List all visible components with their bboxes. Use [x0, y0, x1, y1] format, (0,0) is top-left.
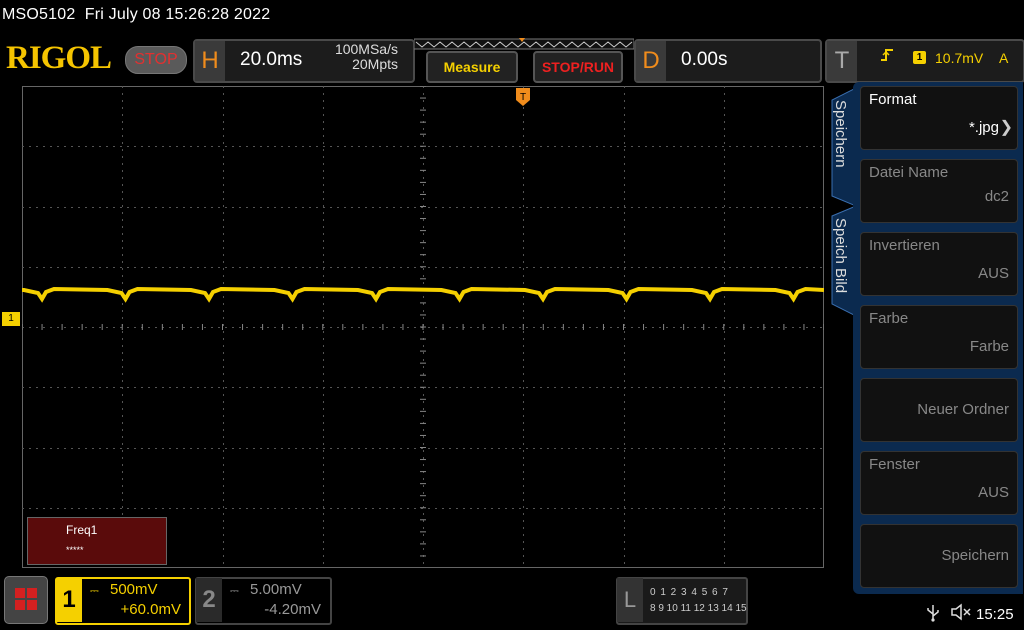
waveform-display[interactable] [22, 86, 824, 568]
horizontal-letter: H [195, 41, 225, 81]
tab-speich-bild[interactable]: Speich Bild [832, 218, 849, 293]
menu-item-value: AUS [978, 265, 1009, 282]
menu-item-format[interactable]: Format *.jpg ❯ [860, 86, 1018, 150]
channel-1-offset: +60.0mV [120, 601, 181, 618]
rising-edge-icon [880, 48, 894, 66]
menu-item-farbe[interactable]: Farbe Farbe [860, 305, 1018, 369]
menu-item-title: Format [869, 91, 917, 108]
chevron-right-icon: ❯ [999, 119, 1013, 136]
delay-panel[interactable]: D [634, 39, 822, 83]
measurement-value: ***** [66, 545, 84, 555]
menu-item-title: Fenster [869, 456, 920, 473]
channel-1-number: 1 [56, 578, 82, 622]
memory-depth: 20Mpts [352, 56, 398, 72]
sample-rate: 100MSa/s [334, 41, 398, 57]
model-name: MSO5102 [2, 6, 76, 23]
timebase-value: 20.0ms [240, 49, 303, 70]
trigger-level: 10.7mV [935, 50, 984, 66]
status-clock: 15:25 [976, 606, 1014, 623]
trigger-source-badge: 1 [913, 51, 926, 64]
measurement-label: Freq1 [66, 523, 98, 537]
svg-text:T: T [520, 92, 526, 103]
menu-item-value: *.jpg [968, 119, 999, 136]
logic-channels-high: 8 9 10 11 12 13 14 15 [650, 603, 747, 614]
delay-letter: D [636, 41, 666, 81]
logic-letter: L [617, 578, 643, 622]
menu-item-fenster[interactable]: Fenster AUS [860, 451, 1018, 515]
logic-channels-low: 0 1 2 3 4 5 6 7 [650, 587, 729, 598]
delay-value: 0.00s [681, 49, 728, 70]
date-time: Fri July 08 15:26:28 2022 [84, 6, 271, 23]
menu-item-title: Invertieren [869, 237, 940, 254]
menu-item-value: AUS [978, 484, 1009, 501]
home-icon [15, 588, 37, 610]
tab-speichern[interactable]: Speichern [832, 100, 849, 168]
stop-run-button[interactable]: STOP/RUN [533, 51, 623, 83]
menu-item-value: Neuer Ordner [917, 401, 1009, 418]
menu-item-invertieren[interactable]: Invertieren AUS [860, 232, 1018, 296]
memory-position-strip [414, 38, 634, 50]
measure-button[interactable]: Measure [426, 51, 518, 83]
run-status-badge: STOP [125, 46, 187, 74]
rigol-logo: RIGOL [6, 40, 112, 76]
dc-coupling-icon: ⎓ [230, 585, 239, 597]
trigger-letter: T [827, 41, 857, 81]
speaker-muted-icon[interactable] [950, 603, 972, 626]
menu-item-datei-name[interactable]: Datei Name dc2 [860, 159, 1018, 223]
title-line: MSO5102 Fri July 08 15:26:28 2022 [2, 6, 270, 24]
channel-2-scale: 5.00mV [250, 581, 302, 598]
menu-item-value: Farbe [969, 338, 1009, 355]
home-button[interactable] [4, 576, 48, 624]
menu-item-title: Datei Name [869, 164, 949, 181]
usb-icon [926, 604, 940, 627]
menu-item-title: Farbe [869, 310, 909, 327]
channel-1-scale: 500mV [110, 581, 158, 598]
trigger-mode: A [999, 50, 1009, 66]
dc-coupling-icon: ⎓ [90, 585, 99, 597]
acquisition-info: 100MSa/s 20Mpts [300, 42, 398, 72]
menu-item-value: dc2 [984, 188, 1009, 205]
menu-item-speichern[interactable]: Speichern [860, 524, 1018, 588]
menu-item-neuer-ordner[interactable]: Neuer Ordner [860, 378, 1018, 442]
trigger-position-marker[interactable]: T [516, 88, 530, 106]
channel-1-offset-marker[interactable]: 1 [2, 312, 20, 326]
menu-item-value: Speichern [941, 547, 1009, 564]
channel-2-offset: -4.20mV [264, 601, 321, 618]
channel-2-number: 2 [196, 578, 222, 622]
